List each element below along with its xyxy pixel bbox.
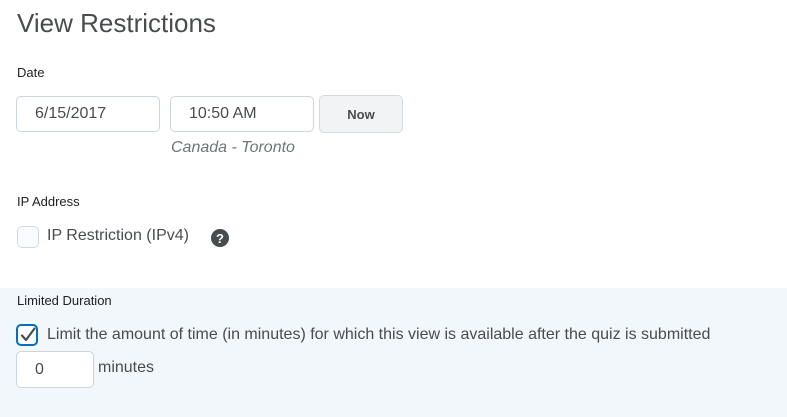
date-section-label: Date	[17, 65, 45, 80]
ip-restriction-label[interactable]: IP Restriction (IPv4)	[47, 227, 189, 245]
time-input[interactable]: 10:50 AM	[170, 96, 314, 132]
date-input[interactable]: 6/15/2017	[16, 96, 160, 132]
page-title: View Restrictions	[17, 8, 216, 38]
limit-duration-checkbox[interactable]	[16, 324, 38, 346]
minutes-input[interactable]: 0	[16, 351, 94, 388]
checkmark-icon	[20, 327, 36, 342]
limit-duration-label[interactable]: Limit the amount of time (in minutes) fo…	[47, 326, 710, 344]
timezone-label: Canada - Toronto	[171, 139, 295, 156]
ip-section-label: IP Address	[17, 194, 80, 209]
time-input-value: 10:50 AM	[189, 105, 257, 122]
view-restrictions-page: View Restrictions Date 6/15/2017 10:50 A…	[0, 0, 787, 417]
now-button[interactable]: Now	[319, 95, 403, 133]
limited-duration-panel	[0, 288, 787, 417]
duration-section-label: Limited Duration	[17, 293, 112, 308]
minutes-input-value: 0	[35, 360, 44, 378]
date-input-value: 6/15/2017	[35, 105, 107, 122]
ip-restriction-checkbox[interactable]	[17, 226, 39, 248]
minutes-unit-label: minutes	[98, 359, 155, 376]
help-icon[interactable]: ?	[211, 229, 229, 247]
